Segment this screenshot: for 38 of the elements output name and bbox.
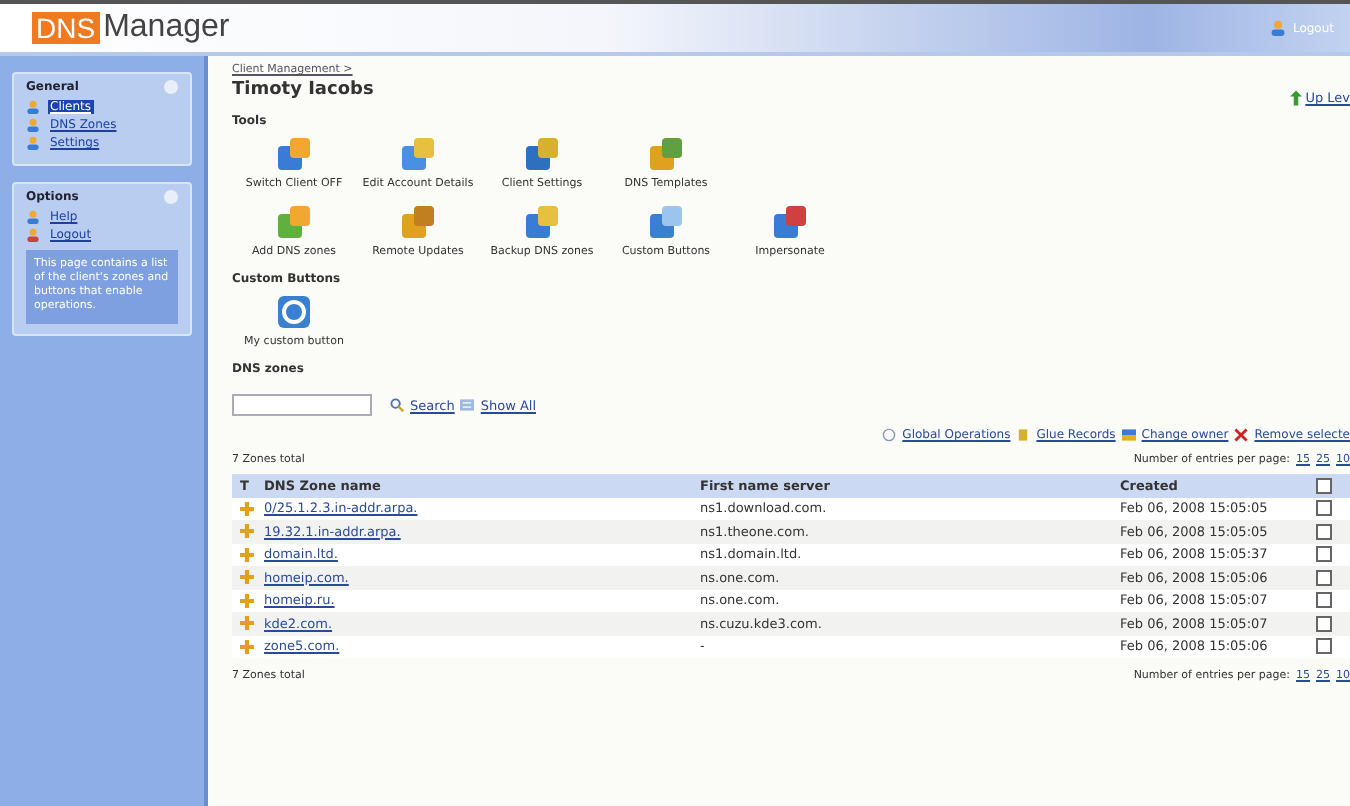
squares-icon [522, 202, 562, 242]
checkbox[interactable] [1316, 500, 1332, 517]
checkbox[interactable] [1316, 638, 1332, 655]
person-icon [26, 210, 40, 224]
person-icon [26, 228, 40, 242]
checkbox[interactable] [1316, 477, 1332, 494]
zone-icon [240, 639, 254, 654]
logo-badge: DNS [32, 12, 100, 44]
zone-icon [240, 524, 254, 539]
logo-text: Manager [103, 10, 230, 46]
squares-icon [398, 202, 438, 242]
list-icon [460, 398, 475, 412]
page-title: Timoty Iacobs [232, 80, 374, 100]
zone-icon [240, 593, 254, 608]
zone-icon [240, 501, 254, 516]
checkbox[interactable] [1316, 615, 1332, 632]
squares-icon [274, 202, 314, 242]
dial-icon [274, 292, 314, 332]
zone-icon [240, 547, 254, 562]
zone-icon [240, 616, 254, 631]
squares-icon [770, 202, 810, 242]
checkbox[interactable] [1316, 546, 1332, 563]
person-icon [26, 136, 40, 150]
person-icon [26, 100, 40, 114]
search-icon [390, 398, 404, 412]
checkbox[interactable] [1316, 569, 1332, 586]
squares-icon [274, 134, 314, 174]
squares-icon [646, 134, 686, 174]
checkbox[interactable] [1316, 523, 1332, 540]
squares-icon [398, 134, 438, 174]
zone-icon [240, 570, 254, 585]
close-icon [1234, 428, 1249, 442]
squares-icon [646, 202, 686, 242]
person-icon [26, 118, 40, 132]
up-arrow-icon [1289, 90, 1302, 106]
search-field[interactable] [232, 394, 372, 416]
checkbox[interactable] [1316, 592, 1332, 609]
squares-icon [522, 134, 562, 174]
